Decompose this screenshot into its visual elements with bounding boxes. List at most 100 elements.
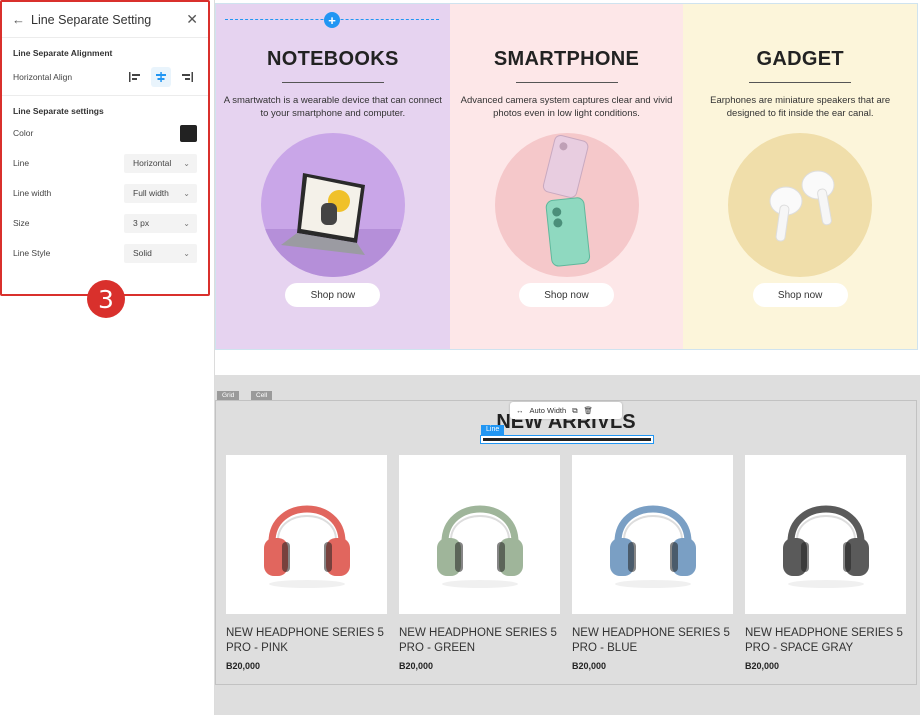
- alignment-section-title: Line Separate Alignment: [13, 48, 113, 58]
- product-image: [745, 455, 906, 614]
- auto-width-button[interactable]: Auto Width: [530, 406, 567, 415]
- title-separator: [281, 82, 384, 83]
- headphone-part: [787, 579, 864, 588]
- align-left-button[interactable]: [125, 67, 145, 87]
- line-select[interactable]: Horizontal ⌄: [124, 153, 197, 173]
- category-title: SMARTPHONE: [493, 48, 640, 70]
- headphone-icon: [436, 505, 523, 588]
- headphone-part: [627, 541, 636, 572]
- element-toolbar: ↔ Auto Width ⧉ 🗑: [510, 402, 622, 419]
- line-width-select[interactable]: Full width ⌄: [124, 183, 197, 203]
- smartphone-image: [494, 133, 639, 277]
- headphone-part: [496, 541, 505, 572]
- headphone-part: [842, 541, 851, 572]
- line-separator-selected[interactable]: [480, 435, 654, 444]
- category-notebooks: NOTEBOOKS A smartwatch is a wearable dev…: [216, 4, 450, 349]
- color-swatch[interactable]: [180, 124, 197, 142]
- step-badge: 3: [87, 280, 125, 318]
- align-center-button[interactable]: [151, 67, 171, 87]
- chevron-down-icon: ⌄: [183, 218, 190, 228]
- product-price: B20,000: [226, 661, 261, 671]
- panel-header: ← Line Separate Setting ✕: [2, 2, 208, 38]
- align-center-icon: [156, 72, 166, 82]
- headphone-part: [276, 514, 337, 540]
- chevron-down-icon: ⌄: [183, 248, 190, 258]
- product-image: [226, 455, 387, 614]
- chevron-down-icon: ⌄: [183, 188, 190, 198]
- product-name: NEW HEADPHONE SERIES 5 PRO - GREEN: [399, 627, 557, 654]
- headphone-part: [441, 579, 518, 588]
- line-separate-settings-panel: ← Line Separate Setting ✕ Line Separate …: [0, 0, 210, 296]
- grid-tag[interactable]: Grid: [217, 391, 240, 400]
- category-gadget: GADGET Earphones are miniature speakers …: [683, 4, 918, 349]
- category-title: NOTEBOOKS: [267, 48, 399, 70]
- line-width-select-value: Full width: [133, 188, 169, 198]
- duplicate-icon[interactable]: ⧉: [572, 406, 577, 416]
- earbuds-icon: [769, 170, 835, 242]
- headphone-icon: [263, 505, 350, 588]
- headphone-icon: [609, 505, 696, 588]
- product-price: B20,000: [745, 661, 780, 671]
- line-element-tag: Line: [481, 425, 505, 435]
- product-name: NEW HEADPHONE SERIES 5 PRO - BLUE: [572, 627, 730, 654]
- headphone-part: [323, 541, 332, 572]
- category-description: A smartwatch is a wearable device that c…: [223, 95, 442, 119]
- color-label: Color: [13, 128, 34, 138]
- category-title: GADGET: [756, 48, 844, 70]
- product-card[interactable]: NEW HEADPHONE SERIES 5 PRO - PINK B20,00…: [226, 455, 387, 671]
- size-label: Size: [13, 218, 30, 228]
- new-arrivals-section: Grid Cell NEW ARRIVLS ↔ Auto Width ⧉ 🗑 L…: [215, 375, 920, 715]
- line-width-label: Line width: [13, 188, 52, 198]
- line-select-value: Horizontal: [133, 158, 172, 168]
- size-select[interactable]: 3 px ⌄: [124, 213, 197, 233]
- shop-now-button[interactable]: Shop now: [752, 283, 848, 307]
- headphone-part: [622, 514, 683, 540]
- headphone-part: [454, 541, 463, 572]
- product-price: B20,000: [572, 661, 607, 671]
- resize-icon[interactable]: ↔: [516, 406, 524, 415]
- headphone-icon: [782, 505, 869, 588]
- editor-canvas: NOTEBOOKS A smartwatch is a wearable dev…: [214, 0, 920, 715]
- headphone-part: [449, 514, 510, 540]
- headphone-part: [281, 541, 290, 572]
- product-image: [399, 455, 560, 614]
- line-style-select-value: Solid: [133, 248, 152, 258]
- close-icon[interactable]: ✕: [186, 11, 198, 28]
- headphone-part: [800, 541, 809, 572]
- product-grid: NEW HEADPHONE SERIES 5 PRO - PINK B20,00…: [226, 455, 906, 671]
- headphone-part: [268, 579, 345, 588]
- product-price: B20,000: [399, 661, 434, 671]
- product-card[interactable]: NEW HEADPHONE SERIES 5 PRO - GREEN B20,0…: [399, 455, 560, 671]
- laptop-icon: [260, 173, 405, 277]
- headphone-part: [795, 514, 856, 540]
- title-separator: [749, 82, 852, 83]
- horizontal-align-label: Horizontal Align: [13, 72, 73, 82]
- panel-title: Line Separate Setting: [31, 12, 152, 27]
- earbuds-image: [728, 133, 873, 277]
- category-section: NOTEBOOKS A smartwatch is a wearable dev…: [215, 3, 918, 350]
- headphone-part: [669, 541, 678, 572]
- size-select-value: 3 px: [133, 218, 150, 228]
- line-style-select[interactable]: Solid ⌄: [124, 243, 197, 263]
- line-style-label: Line Style: [13, 248, 51, 258]
- settings-section-title: Line Separate settings: [13, 106, 104, 116]
- cell-tag[interactable]: Cell: [251, 391, 273, 400]
- headphone-part: [614, 579, 691, 588]
- delete-icon[interactable]: 🗑: [584, 406, 594, 415]
- add-section-icon[interactable]: +: [324, 12, 340, 28]
- align-right-icon: [182, 72, 193, 82]
- shop-now-button[interactable]: Shop now: [285, 283, 381, 307]
- align-right-button[interactable]: [177, 67, 197, 87]
- product-card[interactable]: NEW HEADPHONE SERIES 5 PRO - SPACE GRAY …: [745, 455, 906, 671]
- chevron-down-icon: ⌄: [183, 158, 190, 168]
- horizontal-align-group: [125, 67, 197, 87]
- back-arrow-icon[interactable]: ←: [12, 12, 25, 27]
- product-card[interactable]: NEW HEADPHONE SERIES 5 PRO - BLUE B20,00…: [572, 455, 733, 671]
- category-description: Earphones are miniature speakers that ar…: [710, 95, 891, 119]
- product-image: [572, 455, 733, 614]
- product-name: NEW HEADPHONE SERIES 5 PRO - SPACE GRAY: [745, 627, 903, 654]
- product-name: NEW HEADPHONE SERIES 5 PRO - PINK: [226, 627, 384, 654]
- line-label: Line: [13, 158, 30, 168]
- category-smartphone: SMARTPHONE Advanced camera system captur…: [449, 4, 684, 349]
- shop-now-button[interactable]: Shop now: [519, 283, 614, 307]
